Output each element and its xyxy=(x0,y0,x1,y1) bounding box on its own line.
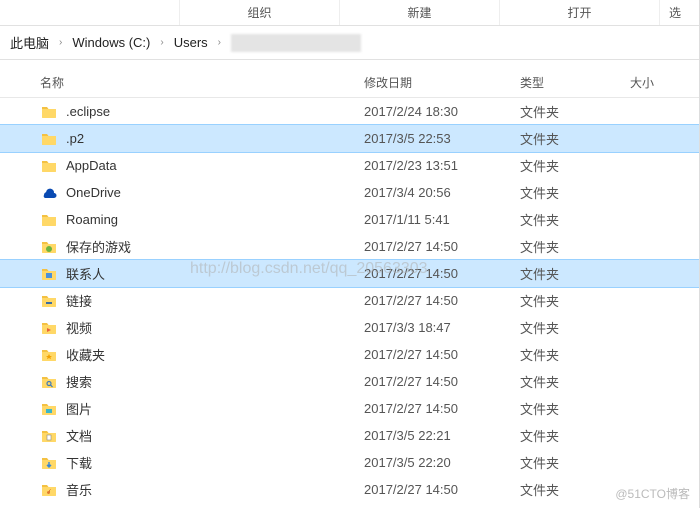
ribbon-group-open[interactable]: 打开 xyxy=(500,0,660,25)
file-row[interactable]: 保存的游戏2017/2/27 14:50文件夹 xyxy=(0,233,699,260)
file-type: 文件夹 xyxy=(520,453,630,472)
music-icon xyxy=(40,481,58,499)
file-date: 2017/3/5 22:20 xyxy=(364,455,520,470)
ribbon-spacer xyxy=(0,0,180,25)
file-date: 2017/2/27 14:50 xyxy=(364,482,520,497)
folder-icon xyxy=(40,103,58,121)
ribbon-group-select[interactable]: 选 xyxy=(660,0,690,25)
file-type: 文件夹 xyxy=(520,210,630,229)
file-date: 2017/2/27 14:50 xyxy=(364,347,520,362)
games-icon xyxy=(40,238,58,256)
file-list: .eclipse2017/2/24 18:30文件夹.p22017/3/5 22… xyxy=(0,98,699,503)
onedrive-icon xyxy=(40,184,58,202)
file-date: 2017/1/11 5:41 xyxy=(364,212,520,227)
ribbon-group-new[interactable]: 新建 xyxy=(340,0,500,25)
file-type: 文件夹 xyxy=(520,237,630,256)
file-date: 2017/2/27 14:50 xyxy=(364,293,520,308)
file-row[interactable]: 图片2017/2/27 14:50文件夹 xyxy=(0,395,699,422)
column-headers: 名称 修改日期 类型 大小 xyxy=(0,68,699,98)
file-date: 2017/2/27 14:50 xyxy=(364,401,520,416)
file-row[interactable]: 链接2017/2/27 14:50文件夹 xyxy=(0,287,699,314)
file-date: 2017/2/27 14:50 xyxy=(364,374,520,389)
file-type: 文件夹 xyxy=(520,426,630,445)
file-row[interactable]: .eclipse2017/2/24 18:30文件夹 xyxy=(0,98,699,125)
file-row[interactable]: OneDrive2017/3/4 20:56文件夹 xyxy=(0,179,699,206)
file-name: 图片 xyxy=(66,399,364,418)
file-row[interactable]: .p22017/3/5 22:53文件夹 xyxy=(0,125,699,152)
favorites-icon xyxy=(40,346,58,364)
file-row[interactable]: 视频2017/3/3 18:47文件夹 xyxy=(0,314,699,341)
file-row[interactable]: 收藏夹2017/2/27 14:50文件夹 xyxy=(0,341,699,368)
file-type: 文件夹 xyxy=(520,183,630,202)
file-type: 文件夹 xyxy=(520,264,630,283)
breadcrumb-item-pc[interactable]: 此电脑 xyxy=(6,31,53,54)
breadcrumb[interactable]: 此电脑 › Windows (C:) › Users › xyxy=(0,26,699,60)
file-date: 2017/2/27 14:50 xyxy=(364,266,520,281)
file-row[interactable]: 下载2017/3/5 22:20文件夹 xyxy=(0,449,699,476)
file-row[interactable]: Roaming2017/1/11 5:41文件夹 xyxy=(0,206,699,233)
attribution-text: @51CTO博客 xyxy=(615,485,690,502)
file-type: 文件夹 xyxy=(520,129,630,148)
file-name: OneDrive xyxy=(66,185,364,200)
videos-icon xyxy=(40,319,58,337)
column-header-size[interactable]: 大小 xyxy=(630,74,690,91)
file-date: 2017/3/5 22:21 xyxy=(364,428,520,443)
file-row[interactable]: 搜索2017/2/27 14:50文件夹 xyxy=(0,368,699,395)
pictures-icon xyxy=(40,400,58,418)
file-type: 文件夹 xyxy=(520,318,630,337)
breadcrumb-item-users[interactable]: Users xyxy=(170,33,212,52)
folder-icon xyxy=(40,157,58,175)
breadcrumb-item-redacted[interactable] xyxy=(231,34,361,52)
file-date: 2017/3/5 22:53 xyxy=(364,131,520,146)
file-date: 2017/3/4 20:56 xyxy=(364,185,520,200)
column-header-name[interactable]: 名称 xyxy=(40,74,364,91)
file-name: AppData xyxy=(66,158,364,173)
file-name: 文档 xyxy=(66,426,364,445)
chevron-right-icon: › xyxy=(218,37,221,48)
chevron-right-icon: › xyxy=(59,37,62,48)
file-date: 2017/2/24 18:30 xyxy=(364,104,520,119)
file-type: 文件夹 xyxy=(520,399,630,418)
column-header-date[interactable]: 修改日期 xyxy=(364,74,520,91)
file-name: 音乐 xyxy=(66,480,364,499)
column-header-type[interactable]: 类型 xyxy=(520,74,630,91)
folder-icon xyxy=(40,130,58,148)
contacts-icon xyxy=(40,265,58,283)
file-name: 联系人 xyxy=(66,264,364,283)
file-name: .p2 xyxy=(66,131,364,146)
search-icon xyxy=(40,373,58,391)
chevron-right-icon: › xyxy=(160,37,163,48)
breadcrumb-item-drive[interactable]: Windows (C:) xyxy=(68,33,154,52)
file-name: 下载 xyxy=(66,453,364,472)
file-type: 文件夹 xyxy=(520,291,630,310)
file-type: 文件夹 xyxy=(520,156,630,175)
links-icon xyxy=(40,292,58,310)
file-date: 2017/3/3 18:47 xyxy=(364,320,520,335)
file-row[interactable]: AppData2017/2/23 13:51文件夹 xyxy=(0,152,699,179)
file-row[interactable]: 音乐2017/2/27 14:50文件夹 xyxy=(0,476,699,503)
file-type: 文件夹 xyxy=(520,480,630,499)
ribbon-group-organize[interactable]: 组织 xyxy=(180,0,340,25)
folder-icon xyxy=(40,211,58,229)
file-name: 搜索 xyxy=(66,372,364,391)
file-name: .eclipse xyxy=(66,104,364,119)
ribbon: 组织 新建 打开 选 xyxy=(0,0,699,26)
file-type: 文件夹 xyxy=(520,102,630,121)
documents-icon xyxy=(40,427,58,445)
file-name: 保存的游戏 xyxy=(66,237,364,256)
file-date: 2017/2/23 13:51 xyxy=(364,158,520,173)
file-type: 文件夹 xyxy=(520,345,630,364)
file-name: 收藏夹 xyxy=(66,345,364,364)
file-name: 视频 xyxy=(66,318,364,337)
file-row[interactable]: 文档2017/3/5 22:21文件夹 xyxy=(0,422,699,449)
downloads-icon xyxy=(40,454,58,472)
file-name: 链接 xyxy=(66,291,364,310)
file-name: Roaming xyxy=(66,212,364,227)
file-type: 文件夹 xyxy=(520,372,630,391)
file-date: 2017/2/27 14:50 xyxy=(364,239,520,254)
file-row[interactable]: 联系人2017/2/27 14:50文件夹 xyxy=(0,260,699,287)
